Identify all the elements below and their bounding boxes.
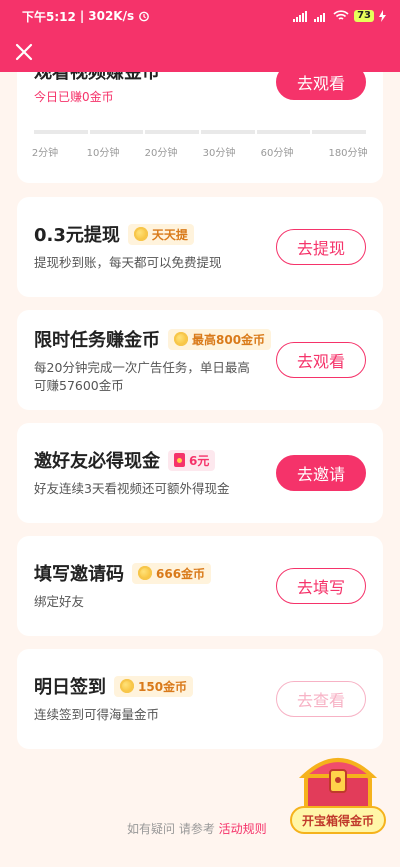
task-title: 限时任务赚金币 xyxy=(34,330,160,351)
task-description: 好友连续3天看视频还可额外得现金 xyxy=(34,481,230,496)
wifi-icon xyxy=(333,10,349,20)
coin-icon xyxy=(138,566,152,580)
watch-ad-button[interactable]: 去观看 xyxy=(276,342,366,378)
task-description: 连续签到可得海量金币 xyxy=(34,707,160,722)
task-card-invite: 邀好友必得现金 6元 好友连续3天看视频还可额外得现金 去邀请 xyxy=(17,423,383,523)
task-description-line2: 可赚57600金币 xyxy=(34,378,124,393)
tick-label: 10分钟 xyxy=(86,148,120,159)
signal-icon xyxy=(293,10,308,22)
treasure-button[interactable]: 开宝箱得金币 xyxy=(290,806,386,834)
tick-label: 180分钟 xyxy=(328,148,368,159)
task-title: 0.3元提现 xyxy=(34,225,120,246)
status-time: 下午5:12 xyxy=(22,9,76,24)
view-checkin-button[interactable]: 去查看 xyxy=(276,681,366,717)
task-description: 提现秒到账，每天都可以免费提现 xyxy=(34,255,222,270)
fill-code-button[interactable]: 去填写 xyxy=(276,568,366,604)
footer-help: 如有疑问 请参考 活动规则 xyxy=(127,820,267,837)
task-card-limited: 限时任务赚金币 最高800金币 每20分钟完成一次广告任务，单日最高 可赚576… xyxy=(17,310,383,410)
reward-tag: 150金币 xyxy=(114,675,194,697)
tick-label: 60分钟 xyxy=(260,148,294,159)
watch-card-subtitle: 今日已赚0金币 xyxy=(34,90,114,104)
top-bar xyxy=(0,32,400,72)
coin-icon xyxy=(120,679,134,693)
alarm-icon xyxy=(139,11,150,22)
signal-icon-2 xyxy=(314,12,326,22)
rules-link[interactable]: 活动规则 xyxy=(219,822,267,836)
task-title: 邀好友必得现金 xyxy=(34,451,160,472)
coin-icon xyxy=(174,332,188,346)
tick-label: 2分钟 xyxy=(31,148,59,159)
watch-progress-bar xyxy=(34,130,367,134)
footer-text: 如有疑问 请参考 xyxy=(127,822,215,836)
charging-icon xyxy=(379,10,386,22)
invite-button[interactable]: 去邀请 xyxy=(276,455,366,491)
task-description: 每20分钟完成一次广告任务，单日最高 xyxy=(34,360,250,375)
reward-tag: 天天提 xyxy=(127,223,194,245)
reward-tag: 666金币 xyxy=(132,562,212,584)
task-card-withdraw: 0.3元提现 天天提 提现秒到账，每天都可以免费提现 去提现 xyxy=(17,197,383,297)
tick-label: 30分钟 xyxy=(202,148,236,159)
battery-indicator: 73 xyxy=(354,10,374,22)
tick-label: 20分钟 xyxy=(144,148,178,159)
close-icon[interactable] xyxy=(12,40,36,64)
task-title: 填写邀请码 xyxy=(34,564,124,585)
red-envelope-icon xyxy=(174,453,185,467)
status-bar: 下午5:12 | 302K/s 73 xyxy=(0,0,400,32)
reward-tag: 6元 xyxy=(168,449,216,471)
task-card-checkin: 明日签到 150金币 连续签到可得海量金币 去查看 xyxy=(17,649,383,749)
withdraw-button[interactable]: 去提现 xyxy=(276,229,366,265)
coin-icon xyxy=(133,227,148,241)
network-speed: 302K/s xyxy=(88,9,135,23)
reward-tag: 最高800金币 xyxy=(168,328,272,350)
task-card-invite-code: 填写邀请码 666金币 绑定好友 去填写 xyxy=(17,536,383,636)
task-description: 绑定好友 xyxy=(34,594,85,609)
task-title: 明日签到 xyxy=(34,677,106,698)
